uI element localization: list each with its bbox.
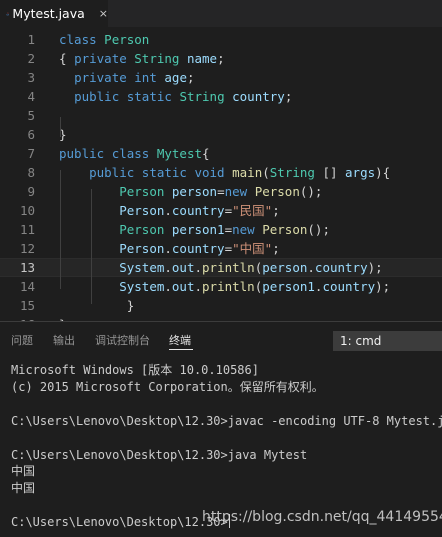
code-text: System.out.println(person.country); [119, 260, 383, 275]
line-number: 13 [19, 260, 35, 275]
code-line[interactable]: 12 Person.country="中国"; [0, 239, 442, 258]
tab-debug-console[interactable]: 调试控制台 [95, 332, 150, 348]
terminal-line: C:\Users\Lenovo\Desktop\12.30> [11, 514, 230, 530]
code-text: { private String name; [59, 51, 225, 66]
watermark-text: https://blog.csdn.net/qq_44149554 [202, 509, 442, 525]
line-number: 2 [27, 51, 35, 66]
code-line[interactable]: 10 Person.country="民国"; [0, 201, 442, 220]
terminal-line: 中国 [11, 464, 36, 479]
tab-output[interactable]: 输出 [53, 332, 75, 348]
tab-mytest-java[interactable]: Mytest.java × [0, 0, 108, 27]
code-text: public static String country; [74, 89, 293, 104]
code-line[interactable]: 11 Person person1=new Person(); [0, 220, 442, 239]
code-line[interactable]: 3 private int age; [0, 68, 442, 87]
java-icon [6, 11, 10, 16]
code-line[interactable]: 4 public static String country; [0, 87, 442, 106]
code-text: class Person [59, 32, 150, 47]
code-text: public class Mytest{ [59, 146, 210, 161]
code-text: System.out.println(person1.country); [119, 279, 391, 294]
code-line[interactable]: 8 public static void main(String [] args… [0, 163, 442, 182]
code-line[interactable]: 15 } [0, 296, 442, 315]
tab-problems[interactable]: 问题 [11, 332, 33, 348]
line-number: 7 [27, 146, 35, 161]
terminal-select[interactable]: 1: cmd [333, 331, 442, 351]
code-line[interactable]: 2 { private String name; [0, 49, 442, 68]
tab-terminal[interactable]: 终端 [169, 332, 191, 348]
line-number: 9 [27, 184, 35, 199]
terminal-line: C:\Users\Lenovo\Desktop\12.30>java Mytes… [11, 447, 308, 462]
indent-guide [60, 117, 61, 137]
line-number: 4 [27, 89, 35, 104]
code-text: Person person=new Person(); [119, 184, 323, 199]
editor-tab-bar: Mytest.java × [0, 0, 442, 27]
close-icon[interactable]: × [99, 7, 108, 20]
indent-guide [60, 170, 61, 289]
tab-title: Mytest.java [12, 6, 85, 21]
terminal-line: Microsoft Windows [版本 10.0.10586] [11, 363, 259, 377]
code-line[interactable]: 6} [0, 125, 442, 144]
code-line[interactable]: 13 System.out.println(person.country); [0, 258, 442, 277]
code-text: Person person1=new Person(); [119, 222, 330, 237]
line-number: 14 [19, 279, 35, 294]
line-number: 8 [27, 165, 35, 180]
line-number: 12 [19, 241, 35, 256]
code-line[interactable]: 9 Person person=new Person(); [0, 182, 442, 201]
line-number: 3 [27, 70, 35, 85]
code-line[interactable]: 5 [0, 106, 442, 125]
active-tab-indicator [169, 349, 193, 350]
code-line[interactable]: 1 class Person [0, 30, 442, 49]
line-number: 5 [27, 108, 35, 123]
terminal-line: 中国 [11, 481, 36, 496]
terminal-line: (c) 2015 Microsoft Corporation。保留所有权利。 [11, 379, 324, 394]
code-text: Person.country="中国"; [119, 241, 280, 256]
indent-guide [91, 189, 92, 304]
code-editor[interactable]: 1 class Person 2 { private String name; 3 pr… [0, 27, 442, 321]
code-text: } [59, 298, 135, 313]
line-number: 10 [19, 203, 35, 218]
line-number: 6 [27, 127, 35, 142]
terminal-line: C:\Users\Lenovo\Desktop\12.30>javac -enc… [11, 413, 442, 428]
code-text: public static void main(String [] args){ [89, 165, 391, 180]
code-line[interactable]: 7 public class Mytest{ [0, 144, 442, 163]
code-text: private int age; [74, 70, 195, 85]
code-text: Person.country="民国"; [119, 203, 280, 218]
line-number: 11 [19, 222, 35, 237]
line-number: 1 [27, 32, 35, 47]
line-number: 15 [19, 298, 35, 313]
code-line[interactable]: 14 System.out.println(person1.country); [0, 277, 442, 296]
